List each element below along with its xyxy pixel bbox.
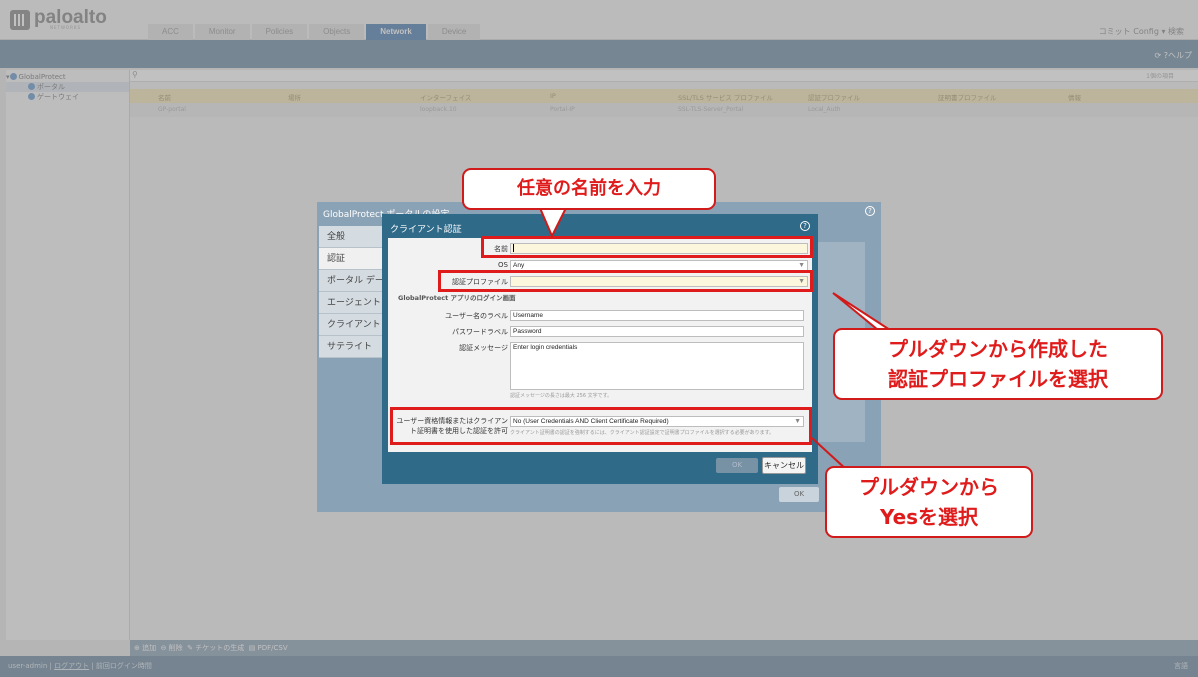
auth-profile-highlight-box (438, 270, 813, 292)
username-label-input[interactable]: Username (510, 310, 804, 321)
portal-ok-button[interactable]: OK (779, 487, 819, 502)
password-label-input[interactable]: Password (510, 326, 804, 337)
portal-tabs: 全般 認証 ポータル デー エージェント クライアント サテライト (319, 226, 383, 358)
username-label: ユーザー名のラベル (445, 312, 508, 320)
auth-message-label: 認証メッセージ (459, 344, 508, 352)
tab-clientless[interactable]: クライアント (319, 314, 383, 336)
os-label: OS (498, 261, 508, 269)
tab-satellite[interactable]: サテライト (319, 336, 383, 358)
tab-authentication[interactable]: 認証 (319, 248, 383, 270)
message-hint: 認証メッセージの長さは最大 256 文字です。 (510, 393, 613, 399)
help-icon[interactable]: ? (800, 221, 810, 231)
tab-portal-data[interactable]: ポータル デー (319, 270, 383, 292)
cancel-button[interactable]: キャンセル (762, 457, 806, 474)
client-dialog-title: クライアント認証 (390, 225, 462, 235)
cred-highlight-box (390, 407, 812, 445)
ok-button[interactable]: OK (716, 458, 758, 473)
name-highlight-box (481, 236, 813, 258)
password-label: パスワードラベル (452, 328, 508, 336)
yes-callout: プルダウンから Yesを選択 (825, 466, 1033, 538)
name-callout: 任意の名前を入力 (462, 168, 716, 210)
tab-general[interactable]: 全般 (319, 226, 383, 248)
chevron-down-icon: ▼ (798, 262, 805, 269)
auth-message-textarea[interactable]: Enter login credentials (510, 342, 804, 390)
tab-agent[interactable]: エージェント (319, 292, 383, 314)
help-icon[interactable]: ? (865, 206, 875, 216)
login-section-title: GlobalProtect アプリのログイン画面 (398, 294, 516, 302)
auth-profile-callout: プルダウンから作成した 認証プロファイルを選択 (833, 328, 1163, 400)
